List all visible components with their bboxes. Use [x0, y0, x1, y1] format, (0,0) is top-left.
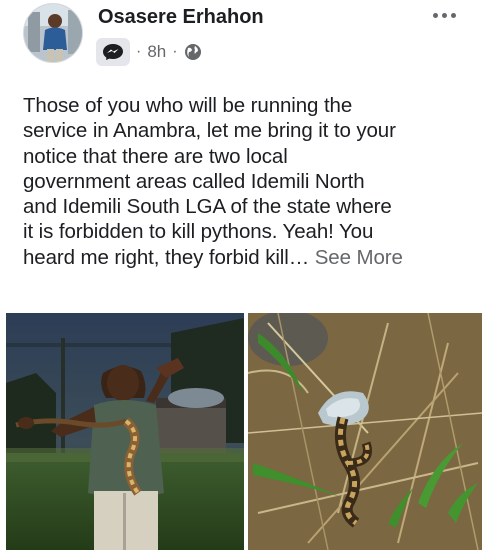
post-text: Those of you who will be running the ser…: [23, 93, 473, 270]
post-text-line: heard me right, they forbid kill…: [23, 245, 310, 269]
python-in-grass-photo[interactable]: [248, 313, 482, 550]
globe-icon: [184, 44, 201, 60]
man-holding-python-photo[interactable]: [6, 313, 244, 550]
post-text-line: government areas called Idemili North: [23, 169, 365, 193]
post-text-line: it is forbidden to kill pythons. Yeah! Y…: [23, 220, 374, 244]
messenger-badge-icon[interactable]: [96, 38, 130, 66]
more-options-icon[interactable]: [426, 4, 462, 26]
post-header: Osasere Erhahon · 8h ·: [0, 0, 485, 80]
post-meta: · 8h ·: [96, 38, 202, 66]
author-avatar[interactable]: [23, 3, 83, 63]
post-text-line: notice that there are two local: [23, 144, 288, 168]
post-text-last-line: heard me right, they forbid kill… See Mo…: [23, 245, 473, 270]
post-text-line: service in Anambra, let me bring it to y…: [23, 119, 396, 143]
post-time[interactable]: 8h: [147, 42, 166, 62]
see-more-link[interactable]: See More: [315, 246, 403, 269]
photo-grid: [3, 313, 483, 550]
post-text-line: Those of you who will be running the: [23, 94, 353, 117]
separator-dot: ·: [172, 43, 178, 60]
separator-dot: ·: [136, 43, 142, 60]
author-name[interactable]: Osasere Erhahon: [98, 6, 264, 29]
post-text-line: and Idemili South LGA of the state where: [23, 195, 392, 219]
